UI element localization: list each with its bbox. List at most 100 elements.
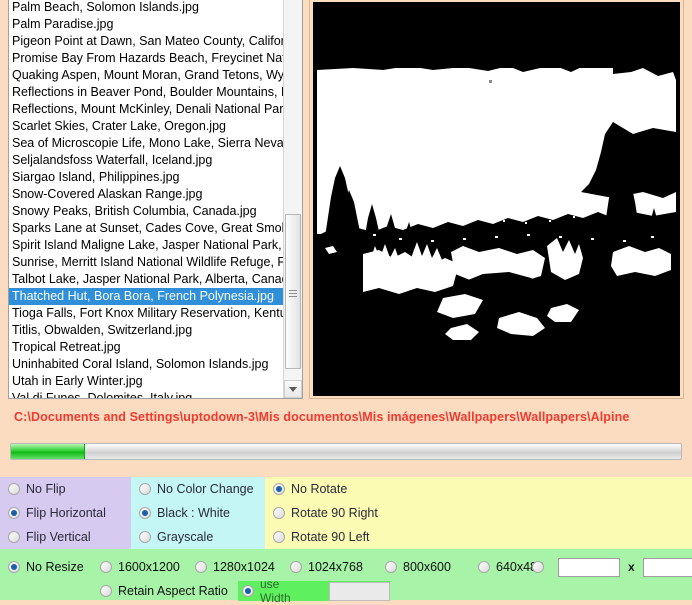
scroll-down-button[interactable] <box>284 380 302 398</box>
resize-options-panel: No Resize 1600x1200 1280x1024 1024x768 800x6… <box>0 549 692 605</box>
retain-aspect-ratio-label: Retain Aspect Ratio <box>118 584 228 598</box>
resize-radio-4[interactable] <box>385 561 397 573</box>
resize-label-1: 1600x1200 <box>118 560 180 574</box>
list-item[interactable]: Palm Beach, Solomon Islands.jpg <box>9 0 283 16</box>
rotate-option-1[interactable]: Rotate 90 Right <box>265 501 692 525</box>
flip-option-2[interactable]: Flip Vertical <box>0 525 131 549</box>
resize-radio-3[interactable] <box>290 561 302 573</box>
list-item[interactable]: Titlis, Obwalden, Switzerland.jpg <box>9 322 283 339</box>
flip-label-0: No Flip <box>26 482 66 496</box>
list-item[interactable]: Reflections in Beaver Pond, Boulder Moun… <box>9 84 283 101</box>
current-folder-path: C:\Documents and Settings\uptodown-3\Mis… <box>14 410 630 424</box>
flip-radio-1[interactable] <box>8 507 20 519</box>
scrollbar-grip-icon <box>289 288 297 297</box>
color-option-0[interactable]: No Color Change <box>131 477 265 501</box>
resize-option-3[interactable]: 1024x768 <box>290 557 363 577</box>
resize-radio-5[interactable] <box>478 561 490 573</box>
list-item[interactable]: Promise Bay From Hazards Beach, Freycine… <box>9 50 283 67</box>
conversion-progress-bar <box>10 443 682 460</box>
list-item[interactable]: Scarlet Skies, Crater Lake, Oregon.jpg <box>9 118 283 135</box>
custom-width-input[interactable] <box>558 557 620 577</box>
use-width-label: use Width <box>260 577 291 605</box>
flip-option-1[interactable]: Flip Horizontal <box>0 501 131 525</box>
resize-aspect-row: Retain Aspect Ratio use Width <box>0 577 692 605</box>
flip-options-panel: No Flip Flip Horizontal Flip Vertical <box>0 477 131 549</box>
file-list[interactable]: Palm Beach, Solomon Islands.jpg Palm Para… <box>9 0 283 398</box>
use-width-radio[interactable] <box>242 585 254 597</box>
rotate-option-0[interactable]: No Rotate <box>265 477 692 501</box>
list-item[interactable]: Seljalandsfoss Waterfall, Iceland.jpg <box>9 152 283 169</box>
list-item[interactable]: Spirit Island Maligne Lake, Jasper Natio… <box>9 237 283 254</box>
list-item[interactable]: Sunrise, Merritt Island National Wildlif… <box>9 254 283 271</box>
color-label-0: No Color Change <box>157 482 254 496</box>
rotate-label-2: Rotate 90 Left <box>291 530 370 544</box>
list-item[interactable]: Val di Funes, Dolomites, Italy.jpg <box>9 390 283 398</box>
resize-option-2[interactable]: 1280x1024 <box>195 557 275 577</box>
color-option-1[interactable]: Black : White <box>131 501 265 525</box>
resize-option-4[interactable]: 800x600 <box>385 557 451 577</box>
resize-label-0: No Resize <box>26 560 84 574</box>
flip-label-1: Flip Horizontal <box>26 506 106 520</box>
custom-height-input[interactable] <box>642 557 692 577</box>
rotate-label-0: No Rotate <box>291 482 348 496</box>
resize-radio-0[interactable] <box>8 561 20 573</box>
use-width-input[interactable] <box>328 581 390 601</box>
rotate-option-2[interactable]: Rotate 90 Left <box>265 525 692 549</box>
use-width-option[interactable]: use Width <box>238 577 390 605</box>
progress-fill <box>11 444 85 459</box>
color-label-1: Black : White <box>157 506 230 520</box>
list-item[interactable]: Pigeon Point at Dawn, San Mateo County, … <box>9 33 283 50</box>
list-item[interactable]: Sparks Lane at Sunset, Cades Cove, Great… <box>9 220 283 237</box>
list-item[interactable]: Tioga Falls, Fort Knox Military Reservat… <box>9 305 283 322</box>
list-item[interactable]: Talbot Lake, Jasper National Park, Alber… <box>9 271 283 288</box>
retain-aspect-ratio-option[interactable]: Retain Aspect Ratio <box>100 581 228 601</box>
list-item[interactable]: Palm Paradise.jpg <box>9 16 283 33</box>
list-item[interactable]: Quaking Aspen, Mount Moran, Grand Tetons… <box>9 67 283 84</box>
flip-option-0[interactable]: No Flip <box>0 477 131 501</box>
size-separator: x <box>628 560 635 574</box>
resize-label-2: 1280x1024 <box>213 560 275 574</box>
preview-image[interactable] <box>313 2 680 396</box>
rotate-options-panel: No Rotate Rotate 90 Right Rotate 90 Left <box>265 477 692 549</box>
custom-size-radio[interactable] <box>532 561 544 573</box>
resize-label-3: 1024x768 <box>308 560 363 574</box>
flip-label-2: Flip Vertical <box>26 530 91 544</box>
file-list-panel[interactable]: Palm Beach, Solomon Islands.jpg Palm Para… <box>8 0 303 399</box>
color-radio-1[interactable] <box>139 507 151 519</box>
image-converter-window: Palm Beach, Solomon Islands.jpg Palm Para… <box>0 0 692 605</box>
rotate-radio-0[interactable] <box>273 483 285 495</box>
list-item[interactable]: Snowy Peaks, British Columbia, Canada.jp… <box>9 203 283 220</box>
list-item[interactable]: Utah in Early Winter.jpg <box>9 373 283 390</box>
list-item[interactable]: Tropical Retreat.jpg <box>9 339 283 356</box>
rotate-radio-1[interactable] <box>273 507 285 519</box>
flip-radio-0[interactable] <box>8 483 20 495</box>
list-item[interactable]: Sea of Microscopie Life, Mono Lake, Sier… <box>9 135 283 152</box>
rotate-label-1: Rotate 90 Right <box>291 506 378 520</box>
resize-radio-2[interactable] <box>195 561 207 573</box>
color-radio-2[interactable] <box>139 531 151 543</box>
list-item[interactable]: Uninhabited Coral Island, Solomon Island… <box>9 356 283 373</box>
image-preview-frame <box>309 0 684 399</box>
file-list-scrollbar[interactable] <box>283 0 302 398</box>
scrollbar-thumb[interactable] <box>285 214 301 369</box>
list-item[interactable]: Snow-Covered Alaskan Range.jpg <box>9 186 283 203</box>
resize-option-0[interactable]: No Resize <box>8 557 84 577</box>
list-item[interactable]: Siargao Island, Philippines.jpg <box>9 169 283 186</box>
resize-preset-row: No Resize 1600x1200 1280x1024 1024x768 800x6… <box>0 557 692 579</box>
list-item[interactable]: Reflections, Mount McKinley, Denali Nati… <box>9 101 283 118</box>
chevron-down-icon <box>289 386 297 392</box>
color-option-2[interactable]: Grayscale <box>131 525 265 549</box>
resize-radio-1[interactable] <box>100 561 112 573</box>
top-section: Palm Beach, Solomon Islands.jpg Palm Para… <box>0 0 692 405</box>
color-label-2: Grayscale <box>157 530 214 544</box>
flip-radio-2[interactable] <box>8 531 20 543</box>
rotate-radio-2[interactable] <box>273 531 285 543</box>
custom-size-option[interactable]: x <box>532 557 692 577</box>
resize-label-4: 800x600 <box>403 560 451 574</box>
color-options-panel: No Color Change Black : White Grayscale <box>131 477 265 549</box>
transform-options-row: No Flip Flip Horizontal Flip Vertical No C… <box>0 477 692 549</box>
resize-option-1[interactable]: 1600x1200 <box>100 557 180 577</box>
color-radio-0[interactable] <box>139 483 151 495</box>
list-item[interactable]: Thatched Hut, Bora Bora, French Polynesi… <box>9 288 283 305</box>
retain-aspect-ratio-radio[interactable] <box>100 585 112 597</box>
